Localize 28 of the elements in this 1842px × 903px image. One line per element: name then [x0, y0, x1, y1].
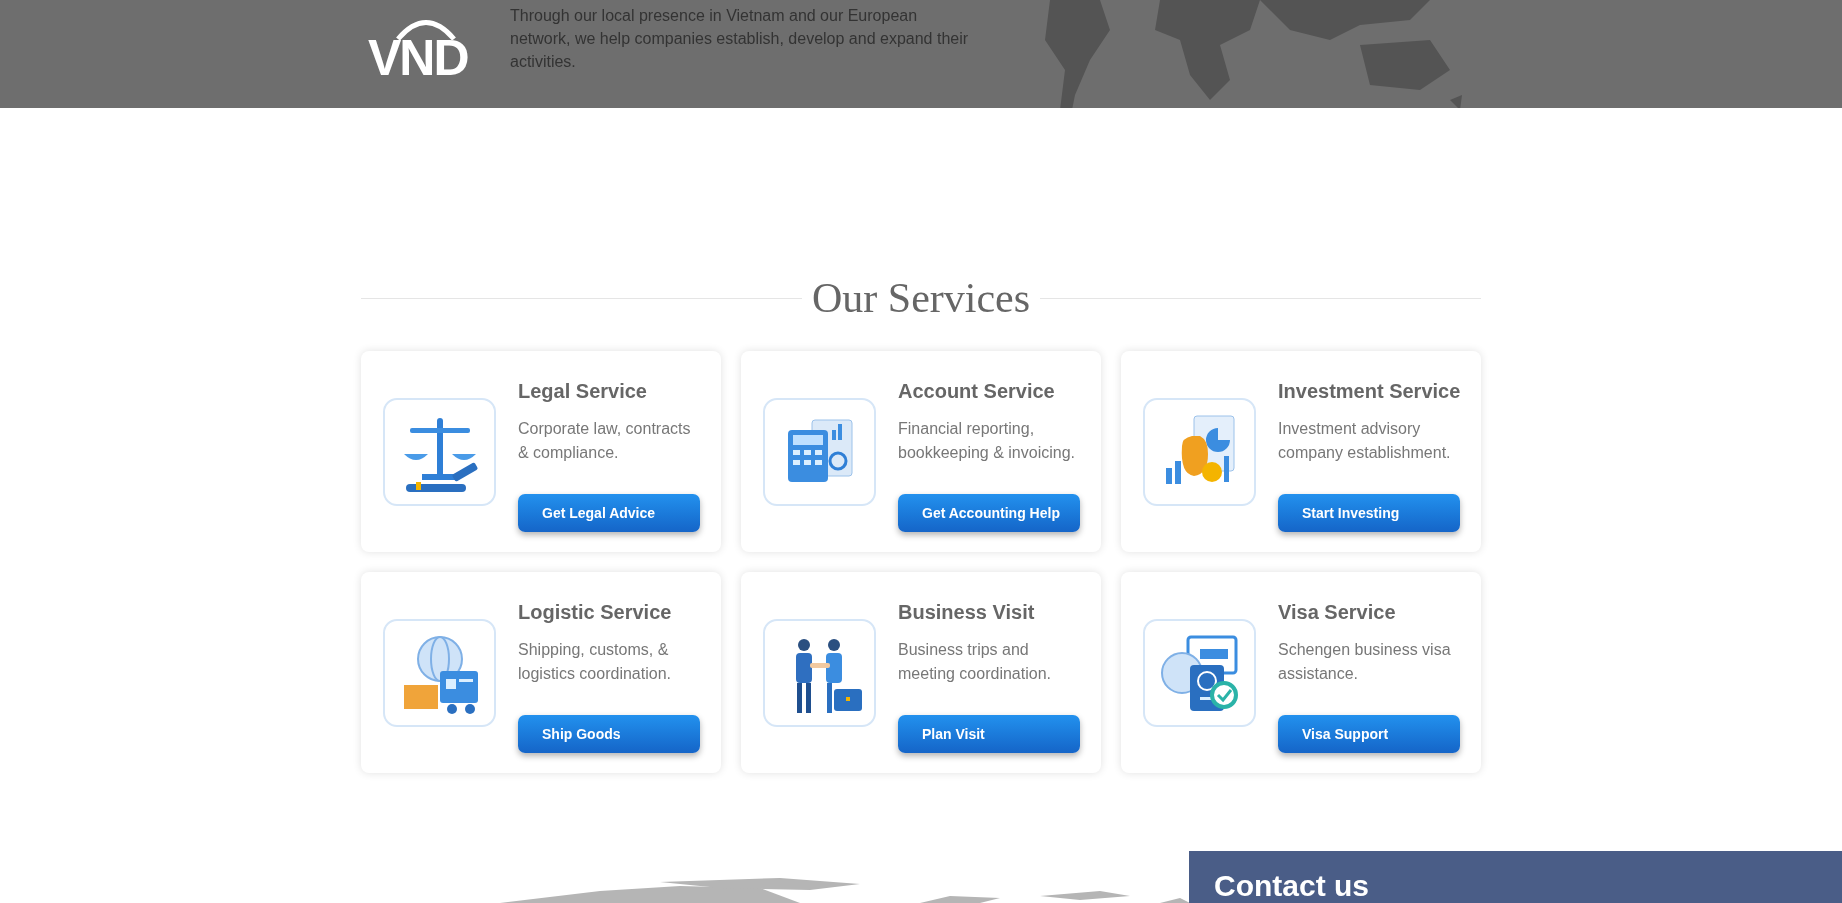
service-title: Investment Service [1278, 379, 1462, 403]
contact-title: Contact us [1214, 869, 1369, 903]
service-title: Logistic Service [518, 600, 673, 624]
service-button[interactable]: Ship Goods [518, 715, 700, 753]
service-description: Schengen business visa assistance. [1278, 640, 1452, 684]
service-title: Account Service [898, 379, 1056, 403]
service-description: Corporate law, contracts & compliance. [518, 419, 692, 463]
service-button[interactable]: Visa Support [1278, 715, 1460, 753]
logo[interactable]: VND [368, 30, 468, 86]
service-icon [383, 618, 496, 727]
service-description: Business trips and meeting coordination. [898, 640, 1052, 684]
service-description: Financial reporting, bookkeeping & invoicing. [898, 419, 1076, 463]
service-title: Business Visit [898, 600, 1036, 624]
service-button[interactable]: Get Legal Advice [518, 494, 700, 532]
service-icon [1143, 397, 1256, 506]
service-button[interactable]: Plan Visit [898, 715, 1080, 753]
service-description: Investment advisory company establishment. [1278, 419, 1452, 463]
section-title: Our Services [811, 274, 1031, 323]
service-icon [383, 397, 496, 506]
service-title: Visa Service [1278, 600, 1397, 624]
service-icon [763, 618, 876, 727]
intro-text: Through our local presence in Vietnam and our European network, we help companies establish, develop and expand their activities. [510, 6, 970, 72]
service-icon [763, 397, 876, 506]
service-description: Shipping, customs, & logistics coordination. [518, 640, 672, 684]
service-icon [1143, 618, 1256, 727]
service-button[interactable]: Start Investing [1278, 494, 1460, 532]
service-button[interactable]: Get Accounting Help [898, 494, 1080, 532]
service-title: Legal Service [518, 379, 648, 403]
